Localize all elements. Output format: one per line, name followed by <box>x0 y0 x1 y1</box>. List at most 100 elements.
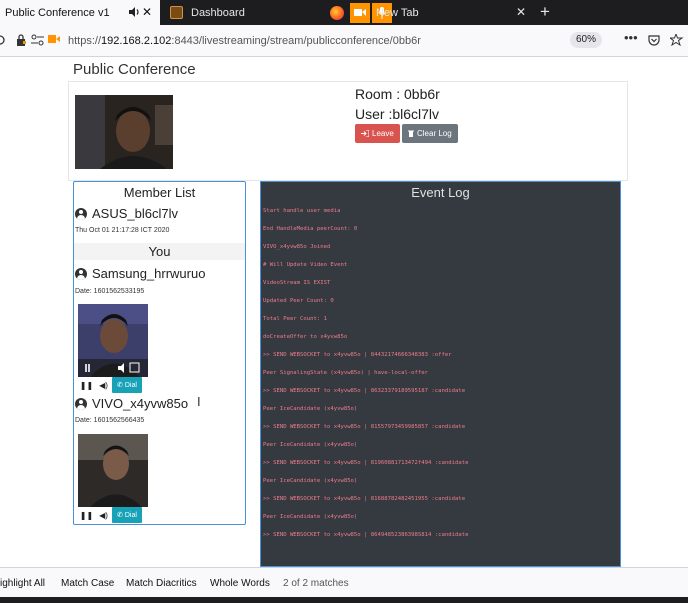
tab-title: Public Conference v1 <box>5 6 110 19</box>
event-log-entry: VIVO_x4yvw85o Joined <box>263 244 331 250</box>
new-tab-plus-icon[interactable]: + <box>540 2 550 22</box>
url-path: :8443/livestreaming/stream/publicconfere… <box>171 35 421 47</box>
permissions-icon[interactable] <box>31 34 44 46</box>
page-content: Public Conference Room : 0bb6r User :bl6… <box>0 57 688 567</box>
firefox-icon <box>330 5 344 20</box>
dashboard-favicon-icon <box>170 6 183 19</box>
user-label: User :bl6cl7lv <box>355 106 440 122</box>
match-case-option[interactable]: Match Case <box>61 578 114 589</box>
whole-words-option[interactable]: Whole Words <box>210 578 270 589</box>
event-log-entry: Peer IceCandidate (x4yvw85o) <box>263 478 358 484</box>
lock-warning-icon[interactable] <box>16 34 26 46</box>
pocket-icon[interactable] <box>648 34 660 46</box>
member-list-title: Member List <box>123 185 196 200</box>
page-actions-menu-icon[interactable]: ••• <box>624 30 638 45</box>
tab-new-tab[interactable]: New Tab ✕ <box>324 0 534 25</box>
dial-button[interactable]: ✆ Dial <box>112 377 142 393</box>
pause-icon[interactable]: ❚❚ <box>78 377 95 393</box>
mute-icon[interactable]: ◀) <box>95 377 112 393</box>
event-log-entry: Peer IceCandidate (x4yvw85o) <box>263 406 358 412</box>
taskbar-strip <box>0 597 688 603</box>
dial-label: Dial <box>124 511 137 519</box>
clear-log-label: Clear Log <box>417 129 452 138</box>
reload-icon[interactable] <box>0 34 6 46</box>
peer-date: Date: 1601562566435 <box>75 417 145 424</box>
text-cursor-icon: I <box>197 394 201 409</box>
event-log-entry: >> SEND WEBSOCKET to x4yvw85o | 86494852… <box>263 532 469 538</box>
page-title: Public Conference <box>73 61 196 78</box>
peer-video[interactable] <box>78 434 148 507</box>
self-joined-time: Thu Oct 01 21:17:28 ICT 2020 <box>75 227 170 234</box>
sign-out-icon <box>361 130 369 137</box>
whole-words-label: Whole Words <box>210 578 270 589</box>
peer-name: Samsung_hrrwuruo <box>92 266 206 281</box>
tab-public-conference[interactable]: Public Conference v1 ✕ <box>0 0 160 25</box>
leave-label: Leave <box>372 129 394 138</box>
event-log-entry: >> SEND WEBSOCKET to x4yvw85o | 81688782… <box>263 496 466 502</box>
find-bar: ighlight All Match Case Match Diacritics… <box>0 567 688 597</box>
clear-log-button[interactable]: Clear Log <box>402 124 458 143</box>
close-tab-icon[interactable]: ✕ <box>142 5 152 19</box>
highlight-all-option[interactable]: ighlight All <box>0 578 45 589</box>
event-log-list: Start handle user media End HandleMedia p… <box>263 208 619 550</box>
event-log-entry: # Will Update Video Event <box>263 262 348 268</box>
self-name: ASUS_bl6cl7lv <box>92 206 178 221</box>
mute-icon[interactable]: ◀) <box>95 507 112 523</box>
zoom-level-button[interactable]: 60% <box>570 32 602 48</box>
url-host: 192.168.2.102 <box>101 35 172 47</box>
user-icon <box>75 267 87 280</box>
dial-button[interactable]: ✆ Dial <box>112 507 142 523</box>
tab-strip: Public Conference v1 ✕ Dashboard New Tab… <box>0 0 688 25</box>
room-label: Room : 0bb6r <box>355 86 440 102</box>
dial-label: Dial <box>124 381 137 389</box>
event-log-entry: Updated Peer Count: 0 <box>263 298 334 304</box>
navigation-bar: https://192.168.2.102:8443/livestreaming… <box>0 25 688 57</box>
member-list-panel: Member List ASUS_bl6cl7lv Thu Oct 01 21:… <box>73 181 246 525</box>
pause-icon[interactable]: ❚❚ <box>78 507 95 523</box>
url-scheme: https:// <box>68 35 102 47</box>
tab-title: Dashboard <box>191 6 245 19</box>
peer-name-row: Samsung_hrrwuruo <box>75 266 205 281</box>
tab-dashboard[interactable]: Dashboard <box>162 0 322 25</box>
peer-video-controls: ❚❚ ◀) ✆ Dial <box>78 377 148 393</box>
event-log-entry: VideoStream IS EXIST <box>263 280 331 286</box>
event-log-entry: End HandleMedia peerCount: 0 <box>263 226 358 232</box>
event-log-entry: Peer IceCandidate (x4yvw85o) <box>263 514 358 520</box>
speaker-icon[interactable] <box>128 6 140 18</box>
event-log-entry: Peer SignalingState (x4yvw85o) | have-lo… <box>263 370 429 376</box>
event-log-entry: >> SEND WEBSOCKET to x4yvw85o | 84432174… <box>263 352 452 358</box>
event-log-entry: >> SEND WEBSOCKET to x4yvw85o | 81960881… <box>263 460 469 466</box>
leave-button[interactable]: Leave <box>355 124 400 143</box>
bookmark-star-icon[interactable] <box>670 34 684 46</box>
peer-date: Date: 1601562533195 <box>75 288 145 295</box>
tab-title: New Tab <box>376 6 419 19</box>
camera-permission-icon[interactable] <box>48 34 60 44</box>
room-card: Room : 0bb6r User :bl6cl7lv Leave Clear … <box>68 81 628 181</box>
user-icon <box>75 397 87 410</box>
event-log-entry: >> SEND WEBSOCKET to x4yvw85o | 81557973… <box>263 424 466 430</box>
event-log-entry: Total Peer Count: 1 <box>263 316 327 322</box>
match-case-label: Match Case <box>61 578 115 589</box>
event-log-entry: Peer IceCandidate (x4yvw85o) <box>263 442 358 448</box>
user-icon <box>75 207 87 220</box>
peer-video[interactable] <box>78 304 148 377</box>
event-log-entry: >> SEND WEBSOCKET to x4yvw85o | 86323379… <box>263 388 466 394</box>
highlight-all-label: ighlight All <box>0 578 46 589</box>
close-tab-icon[interactable]: ✕ <box>516 5 526 19</box>
find-status: 2 of 2 matches <box>283 578 349 589</box>
self-member-name: ASUS_bl6cl7lv <box>75 206 178 221</box>
url-bar[interactable]: https://192.168.2.102:8443/livestreaming… <box>68 35 421 47</box>
self-video <box>75 95 173 169</box>
peer-name: VIVO_x4yvw85o <box>92 396 189 411</box>
peer-video-controls: ❚❚ ◀) ✆ Dial <box>78 507 148 523</box>
camera-sharing-icon[interactable] <box>350 2 370 23</box>
event-log-entry: Start handle user media <box>263 208 341 214</box>
peer-name-row: VIVO_x4yvw85o <box>75 396 188 411</box>
you-label: You <box>74 243 245 260</box>
event-log-panel: Event Log Start handle user media End Han… <box>260 181 621 567</box>
event-log-entry: doCreateOffer to x4yvw85o <box>263 334 348 340</box>
match-diacritics-label: Match Diacritics <box>126 578 197 589</box>
event-log-title: Event Log <box>411 185 470 200</box>
match-diacritics-option[interactable]: Match Diacritics <box>126 578 197 589</box>
trash-icon <box>408 130 414 137</box>
